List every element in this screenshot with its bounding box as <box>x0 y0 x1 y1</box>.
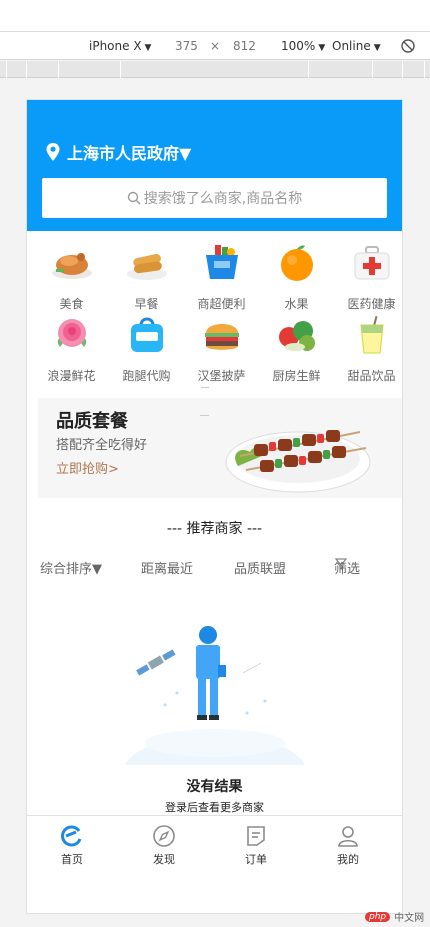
network-select[interactable]: Online ▼ <box>332 39 381 53</box>
watermark-text: 中文网 <box>394 913 425 924</box>
category-dessert-drinks[interactable]: 甜品饮品 <box>334 315 402 384</box>
category-label: 汉堡披萨 <box>197 369 246 383</box>
search-placeholder: 搜索饿了么商家,商品名称 <box>143 191 303 207</box>
height-field[interactable]: 812 <box>233 39 256 53</box>
category-label: 跑腿代购 <box>122 369 171 383</box>
order-icon <box>247 826 265 846</box>
orange-icon <box>280 245 313 281</box>
network-dropdown-icon: ▼ <box>373 43 381 53</box>
promo-link[interactable]: 立即抢购> <box>56 458 119 477</box>
empty-state-illustration <box>125 626 305 765</box>
filter-button[interactable]: 筛选 <box>334 558 360 577</box>
category-fresh[interactable]: 厨房生鲜 <box>259 315 334 384</box>
site-watermark: php 中文网 <box>365 909 424 924</box>
recommend-title: --- 推荐商家 --- <box>166 521 263 537</box>
bottom-tabbar: 首页 发现 订单 我的 <box>27 815 402 875</box>
promo-title: 品质套餐 <box>56 411 128 432</box>
skewer-plate-image <box>225 430 371 493</box>
category-burger-pizza[interactable]: 汉堡披萨 <box>184 315 259 384</box>
location-pin-icon <box>46 143 60 161</box>
tab-label: 我的 <box>337 853 359 866</box>
category-label: 厨房生鲜 <box>272 369 321 383</box>
roast-chicken-icon <box>51 253 92 279</box>
network-value: Online <box>332 39 371 53</box>
browser-top-strip <box>0 0 430 32</box>
category-label: 水果 <box>284 297 309 311</box>
category-label: 甜品饮品 <box>347 369 396 383</box>
tab-label: 发现 <box>153 853 175 866</box>
category-label: 商超便利 <box>197 297 246 311</box>
dimension-separator: × <box>210 39 221 53</box>
rose-icon <box>57 319 86 347</box>
empty-subtitle: 登录后查看更多商家 <box>165 801 264 814</box>
width-field[interactable]: 375 <box>175 39 198 53</box>
promo-subtitle: 搭配齐全吃得好 <box>56 438 148 453</box>
category-fruit[interactable]: 水果 <box>259 243 334 312</box>
device-dropdown-icon: ▼ <box>144 43 152 53</box>
rotate-icon[interactable] <box>400 38 416 54</box>
location-text: 上海市人民政府▼ <box>67 144 192 163</box>
category-flowers[interactable]: 浪漫鲜花 <box>34 315 109 384</box>
bread-icon <box>126 254 167 280</box>
promo-divider <box>200 415 209 416</box>
device-name: iPhone X <box>89 39 142 53</box>
home-e-icon <box>61 825 82 847</box>
zoom-dropdown-icon: ▼ <box>318 43 326 53</box>
category-errand[interactable]: 跑腿代购 <box>109 315 184 384</box>
app-header: 上海市人民政府▼ 搜索饿了么商家,商品名称 <box>27 100 402 231</box>
tab-orders[interactable]: 订单 <box>221 824 291 867</box>
tab-label: 首页 <box>61 853 83 866</box>
category-label: 美食 <box>59 297 84 311</box>
burger-icon <box>204 324 239 350</box>
location-selector[interactable]: 上海市人民政府▼ <box>45 140 191 164</box>
tab-mine[interactable]: 我的 <box>313 824 383 867</box>
php-logo: php <box>365 911 391 922</box>
mobile-viewport: 上海市人民政府▼ 搜索饿了么商家,商品名称 美食 早餐 商超便利 水果 医药健康… <box>26 99 403 914</box>
drink-icon <box>359 315 384 354</box>
filter-label: 筛选 <box>334 562 361 577</box>
sort-dropdown[interactable]: 综合排序▼ <box>40 558 102 577</box>
device-ruler <box>0 61 430 78</box>
tab-discover[interactable]: 发现 <box>129 824 199 867</box>
category-medicine[interactable]: 医药健康 <box>334 243 402 312</box>
category-label: 浪漫鲜花 <box>47 369 96 383</box>
empty-title: 没有结果 <box>186 779 243 795</box>
distance-filter[interactable]: 距离最近 <box>141 558 193 577</box>
category-label: 医药健康 <box>347 297 396 311</box>
alliance-filter[interactable]: 品质联盟 <box>234 558 286 577</box>
vegetables-icon <box>278 321 315 351</box>
promo-banner[interactable]: 品质套餐 搭配齐全吃得好 立即抢购> <box>38 398 402 498</box>
errand-bag-icon <box>130 317 163 352</box>
category-breakfast[interactable]: 早餐 <box>109 243 184 312</box>
zoom-select[interactable]: 100% ▼ <box>281 39 325 53</box>
search-icon <box>127 191 141 205</box>
compass-icon <box>153 825 175 847</box>
tab-label: 订单 <box>245 853 267 866</box>
page-indicator <box>201 387 209 388</box>
category-food[interactable]: 美食 <box>34 243 109 312</box>
search-input[interactable]: 搜索饿了么商家,商品名称 <box>42 178 387 218</box>
filter-bar: 综合排序▼ 距离最近 品质联盟 筛选 <box>27 558 402 578</box>
device-toolbar: iPhone X ▼ 375 × 812 100% ▼ Online ▼ <box>0 32 430 60</box>
medicine-box-icon <box>354 246 389 280</box>
user-icon <box>338 826 358 847</box>
category-label: 早餐 <box>134 297 159 311</box>
tab-home[interactable]: 首页 <box>37 824 107 867</box>
device-select[interactable]: iPhone X ▼ <box>89 39 151 53</box>
zoom-value: 100% <box>281 39 316 53</box>
category-supermarket[interactable]: 商超便利 <box>184 243 259 312</box>
shopping-basket-icon <box>205 245 238 279</box>
